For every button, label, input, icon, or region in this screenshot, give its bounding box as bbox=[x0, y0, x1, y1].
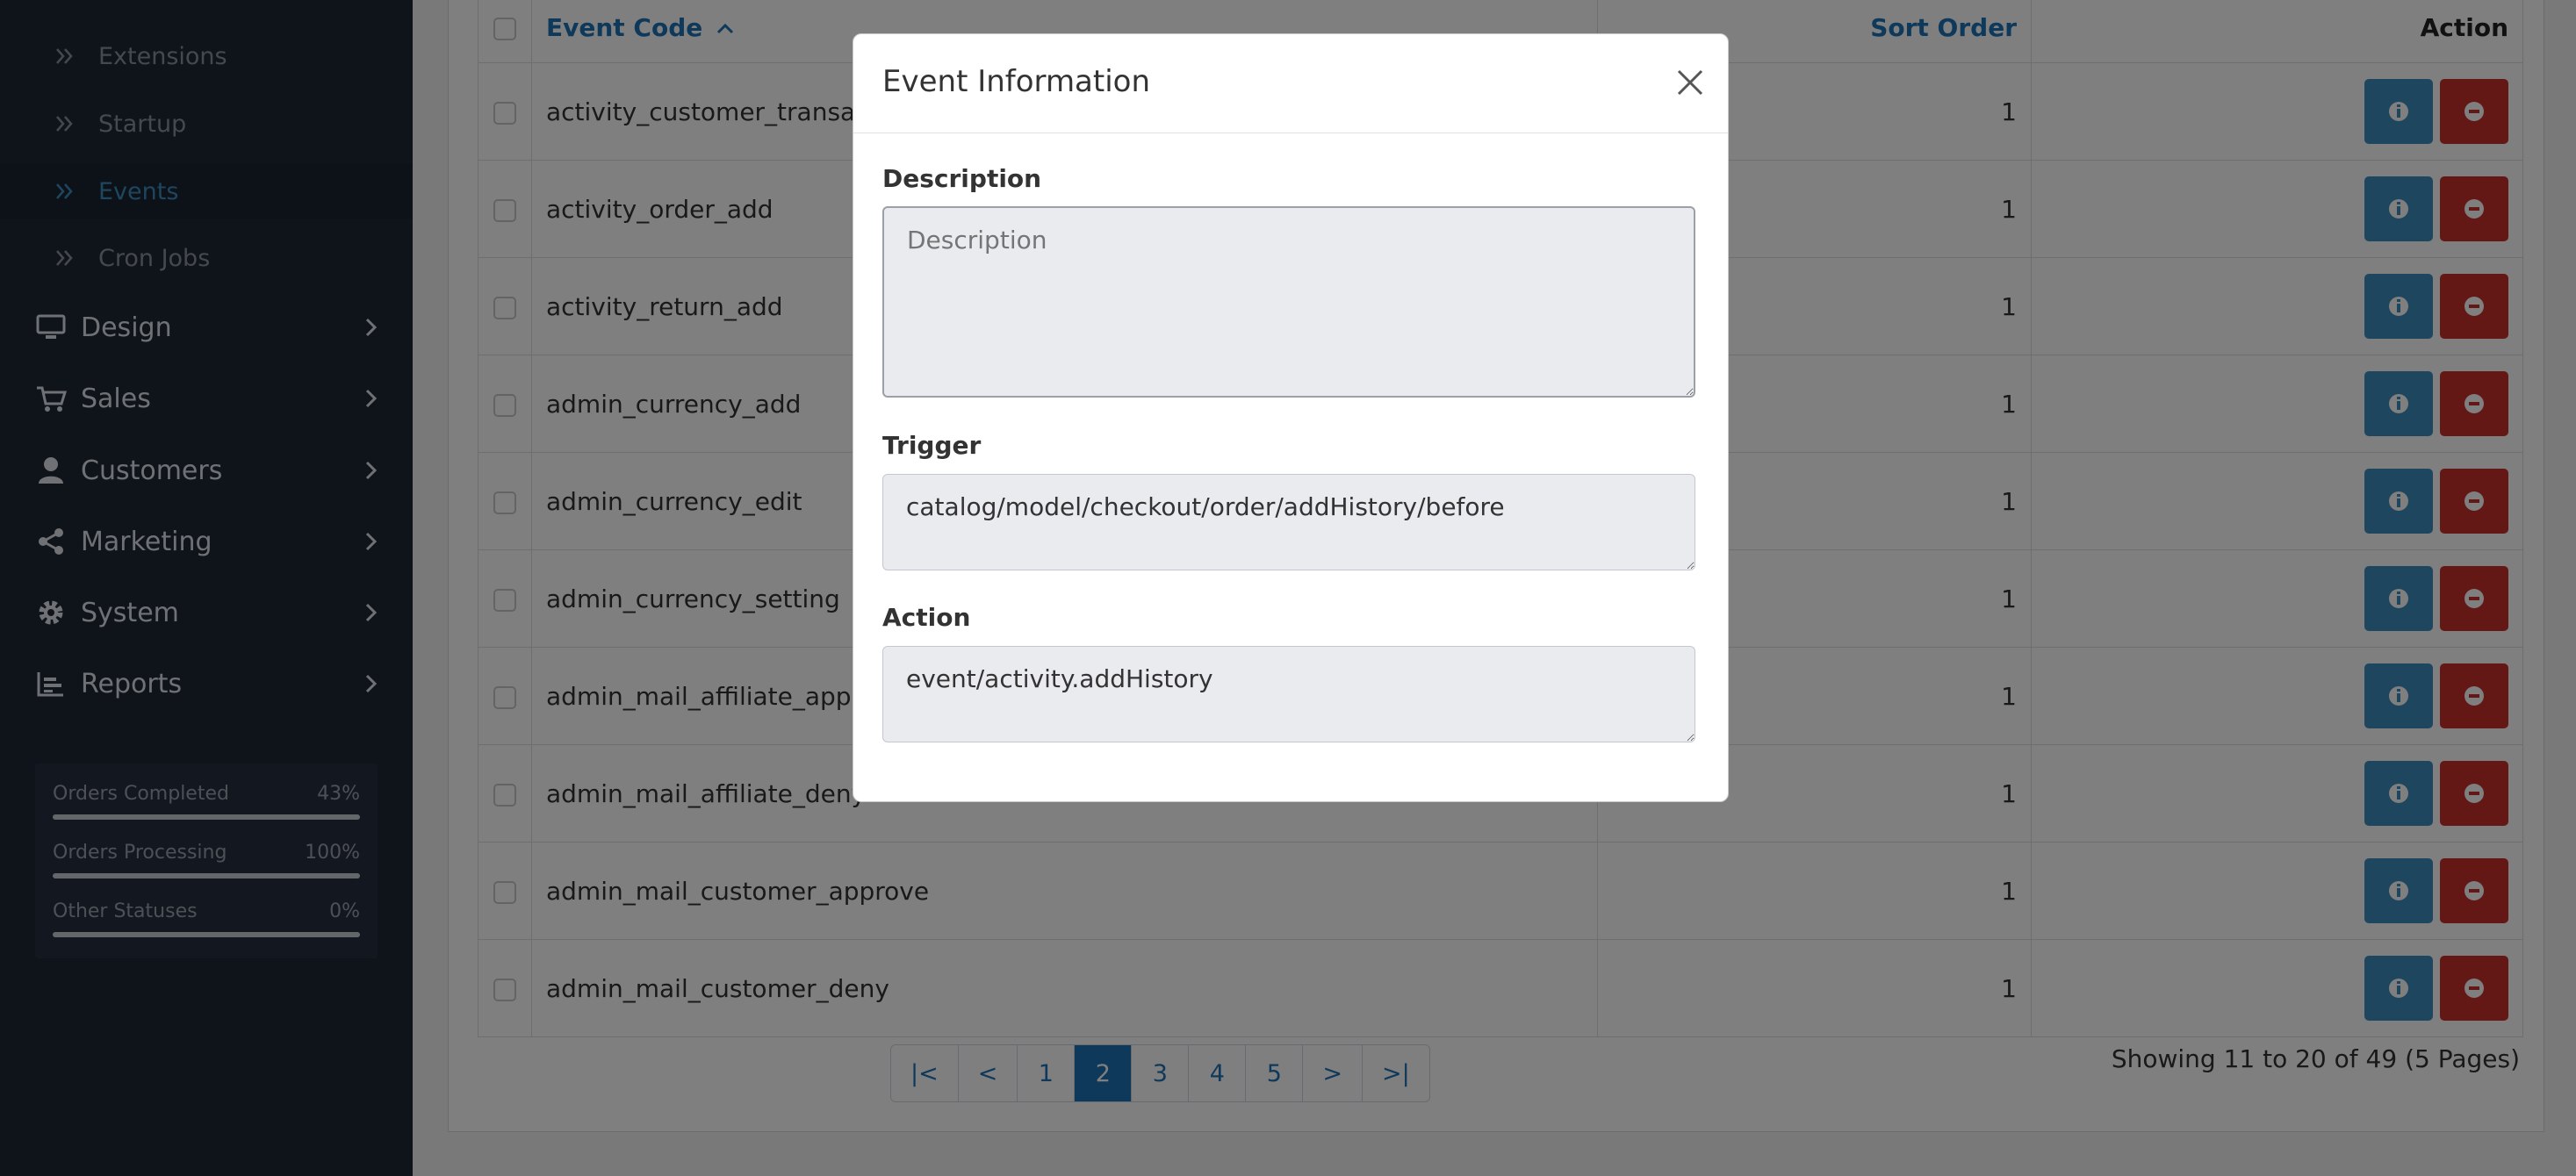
event-information-modal: Event Information Description Trigger ca… bbox=[853, 33, 1729, 802]
trigger-field[interactable]: catalog/model/checkout/order/addHistory/… bbox=[882, 474, 1695, 570]
trigger-label: Trigger bbox=[882, 431, 982, 460]
modal-header: Event Information bbox=[853, 34, 1728, 133]
modal-title: Event Information bbox=[882, 64, 1151, 99]
description-field[interactable] bbox=[882, 206, 1695, 398]
action-field[interactable]: event/activity.addHistory bbox=[882, 646, 1695, 742]
description-label: Description bbox=[882, 164, 1042, 193]
close-icon[interactable] bbox=[1675, 68, 1705, 97]
action-label: Action bbox=[882, 603, 971, 632]
